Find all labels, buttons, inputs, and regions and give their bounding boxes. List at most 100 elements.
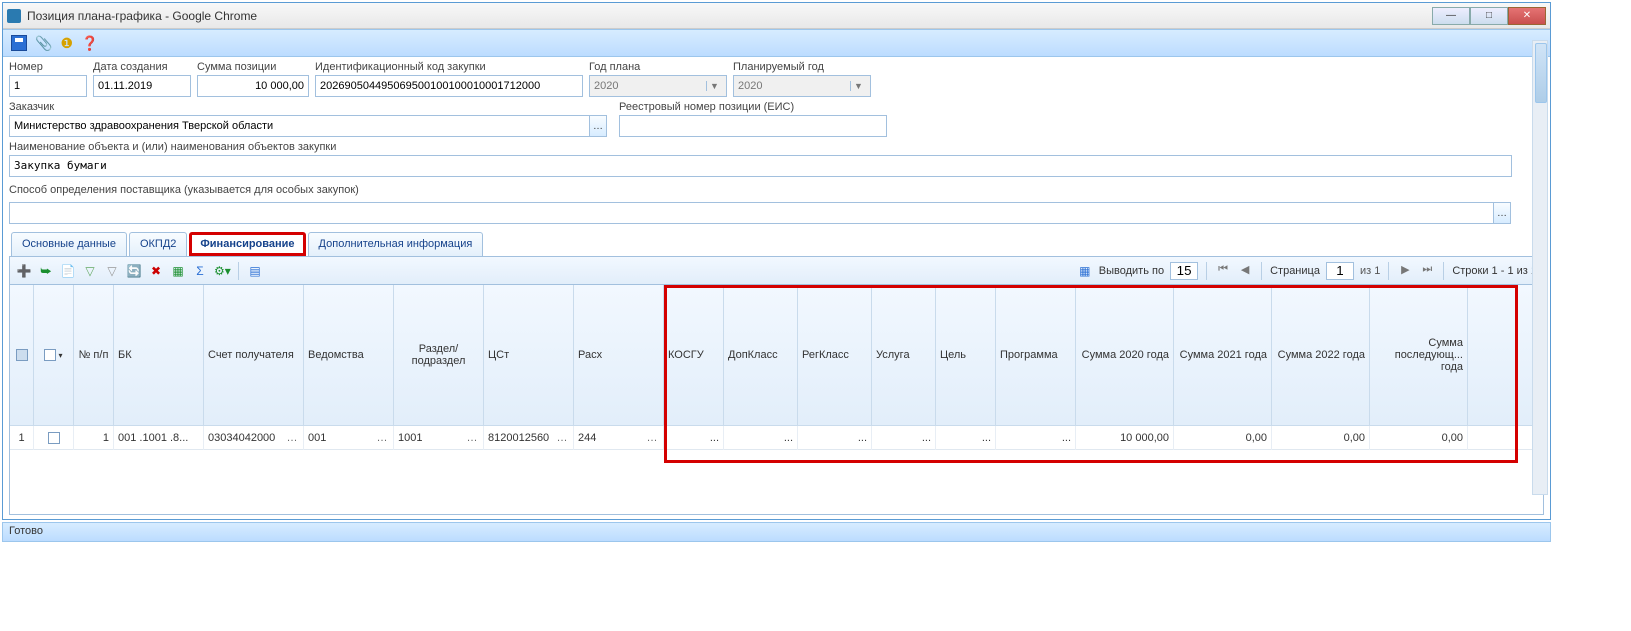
code-input[interactable] (315, 75, 583, 97)
cell-slast[interactable]: 0,00 (1370, 426, 1468, 450)
object-name-input[interactable] (9, 155, 1512, 177)
col-dopk[interactable]: ДопКласс (724, 285, 798, 425)
registry-input[interactable] (619, 115, 887, 137)
tab-financing[interactable]: Финансирование (189, 232, 305, 256)
show-per-input[interactable] (1170, 262, 1198, 280)
cell-razdel[interactable]: 1001… (394, 426, 484, 450)
customer-input[interactable] (9, 115, 590, 137)
col-s2022[interactable]: Сумма 2022 года (1272, 285, 1370, 425)
chevron-down-icon: ▼ (706, 81, 722, 91)
year-value: 2020 (594, 80, 618, 92)
planned-year-value: 2020 (738, 80, 762, 92)
grid-header: ▾ № п/п БК Счет получателя Ведомства Раз… (10, 285, 1543, 426)
next-page-icon[interactable]: ▶ (1397, 263, 1413, 279)
col-razdel[interactable]: Раздел/ подраздел (394, 285, 484, 425)
save-icon[interactable] (11, 35, 27, 51)
cell-idx: 1 (10, 426, 34, 450)
sum-input[interactable] (197, 75, 309, 97)
code-label: Идентификационный код закупки (315, 61, 583, 73)
col-s2020[interactable]: Сумма 2020 года (1076, 285, 1174, 425)
registry-label: Реестровый номер позиции (ЕИС) (619, 101, 887, 113)
date-label: Дата создания (93, 61, 191, 73)
page-label: Страница (1270, 265, 1320, 277)
cell-usl[interactable]: ... (872, 426, 936, 450)
col-cst[interactable]: ЦСт (484, 285, 574, 425)
main-toolbar: 📎 ❶ ❓ (3, 29, 1550, 57)
vertical-scrollbar[interactable] (1532, 40, 1548, 495)
close-button[interactable]: ✕ (1508, 7, 1546, 25)
col-slast[interactable]: Сумма последующ... года (1370, 285, 1468, 425)
sigma-icon[interactable]: Σ (192, 263, 208, 279)
col-rasx[interactable]: Расх (574, 285, 664, 425)
window-title: Позиция плана-графика - Google Chrome (27, 9, 1432, 23)
col-usl[interactable]: Услуга (872, 285, 936, 425)
col-prog[interactable]: Программа (996, 285, 1076, 425)
cell-cel[interactable]: ... (936, 426, 996, 450)
tab-additional[interactable]: Дополнительная информация (308, 232, 484, 256)
refresh-icon[interactable]: 🔄 (126, 263, 142, 279)
object-name-label: Наименование объекта и (или) наименовани… (9, 141, 1544, 153)
col-bk[interactable]: БК (114, 285, 204, 425)
col-ved[interactable]: Ведомства (304, 285, 394, 425)
layout-icon[interactable]: ▤ (247, 263, 263, 279)
cell-bk[interactable]: 001 .1001 .8... (114, 426, 204, 450)
app-icon (7, 9, 21, 23)
col-npp[interactable]: № п/п (74, 285, 114, 425)
of-label: из 1 (1360, 265, 1380, 277)
date-input[interactable] (93, 75, 191, 97)
cell-rasx[interactable]: 244… (574, 426, 664, 450)
excel-icon[interactable]: ▦ (170, 263, 186, 279)
cell-check[interactable] (34, 426, 74, 450)
status-bar: Готово (2, 522, 1551, 542)
cell-prog[interactable]: ... (996, 426, 1076, 450)
display-icon[interactable]: ▦ (1077, 263, 1093, 279)
maximize-button[interactable]: □ (1470, 7, 1508, 25)
table-row[interactable]: 1 1 001 .1001 .8... 03034042000… 001… 10… (10, 426, 1543, 450)
attach-icon[interactable]: 📎 (35, 35, 52, 52)
info-icon[interactable]: ❶ (60, 35, 73, 52)
cell-s2021[interactable]: 0,00 (1174, 426, 1272, 450)
cell-regk[interactable]: ... (798, 426, 872, 450)
supplier-input[interactable] (9, 202, 1494, 224)
planned-year-combo[interactable]: 2020▼ (733, 75, 871, 97)
supplier-label: Способ определения поставщика (указывает… (9, 184, 1544, 196)
number-input[interactable] (9, 75, 87, 97)
help-icon[interactable]: ❓ (81, 35, 98, 52)
page-input[interactable] (1326, 262, 1354, 280)
customer-label: Заказчик (9, 101, 607, 113)
filter-off-icon[interactable]: ▽ (104, 263, 120, 279)
tab-okpd2[interactable]: ОКПД2 (129, 232, 187, 256)
cell-acct[interactable]: 03034042000… (204, 426, 304, 450)
minimize-button[interactable]: — (1432, 7, 1470, 25)
cell-s2020[interactable]: 10 000,00 (1076, 426, 1174, 450)
year-combo[interactable]: 2020 ▼ (589, 75, 727, 97)
expand-icon[interactable]: ⮩ (38, 263, 54, 279)
prev-page-icon[interactable]: ◀ (1237, 263, 1253, 279)
col-rownum (10, 285, 34, 425)
filter-icon[interactable]: ▽ (82, 263, 98, 279)
tab-strip: Основные данные ОКПД2 Финансирование Доп… (9, 232, 1544, 256)
customer-lookup-button[interactable]: … (589, 115, 607, 137)
scroll-thumb[interactable] (1535, 43, 1547, 103)
copy-icon[interactable]: 📄 (60, 263, 76, 279)
cell-dopk[interactable]: ... (724, 426, 798, 450)
first-page-icon[interactable]: ⏮ (1215, 263, 1231, 279)
col-acct[interactable]: Счет получателя (204, 285, 304, 425)
tab-main[interactable]: Основные данные (11, 232, 127, 256)
col-cel[interactable]: Цель (936, 285, 996, 425)
last-page-icon[interactable]: ⏭ (1419, 263, 1435, 279)
col-check[interactable]: ▾ (34, 285, 74, 425)
supplier-lookup-button[interactable]: … (1493, 202, 1511, 224)
add-row-icon[interactable]: ➕ (16, 263, 32, 279)
cell-s2022[interactable]: 0,00 (1272, 426, 1370, 450)
title-bar: Позиция плана-графика - Google Chrome — … (3, 3, 1550, 29)
col-regk[interactable]: РегКласс (798, 285, 872, 425)
delete-icon[interactable]: ✖ (148, 263, 164, 279)
col-kosgu[interactable]: КОСГУ (664, 285, 724, 425)
cell-cst[interactable]: 8120012560… (484, 426, 574, 450)
col-s2021[interactable]: Сумма 2021 года (1174, 285, 1272, 425)
cell-ved[interactable]: 001… (304, 426, 394, 450)
year-label: Год плана (589, 61, 727, 73)
cell-kosgu[interactable]: ... (664, 426, 724, 450)
action-icon[interactable]: ⚙▾ (214, 263, 230, 279)
